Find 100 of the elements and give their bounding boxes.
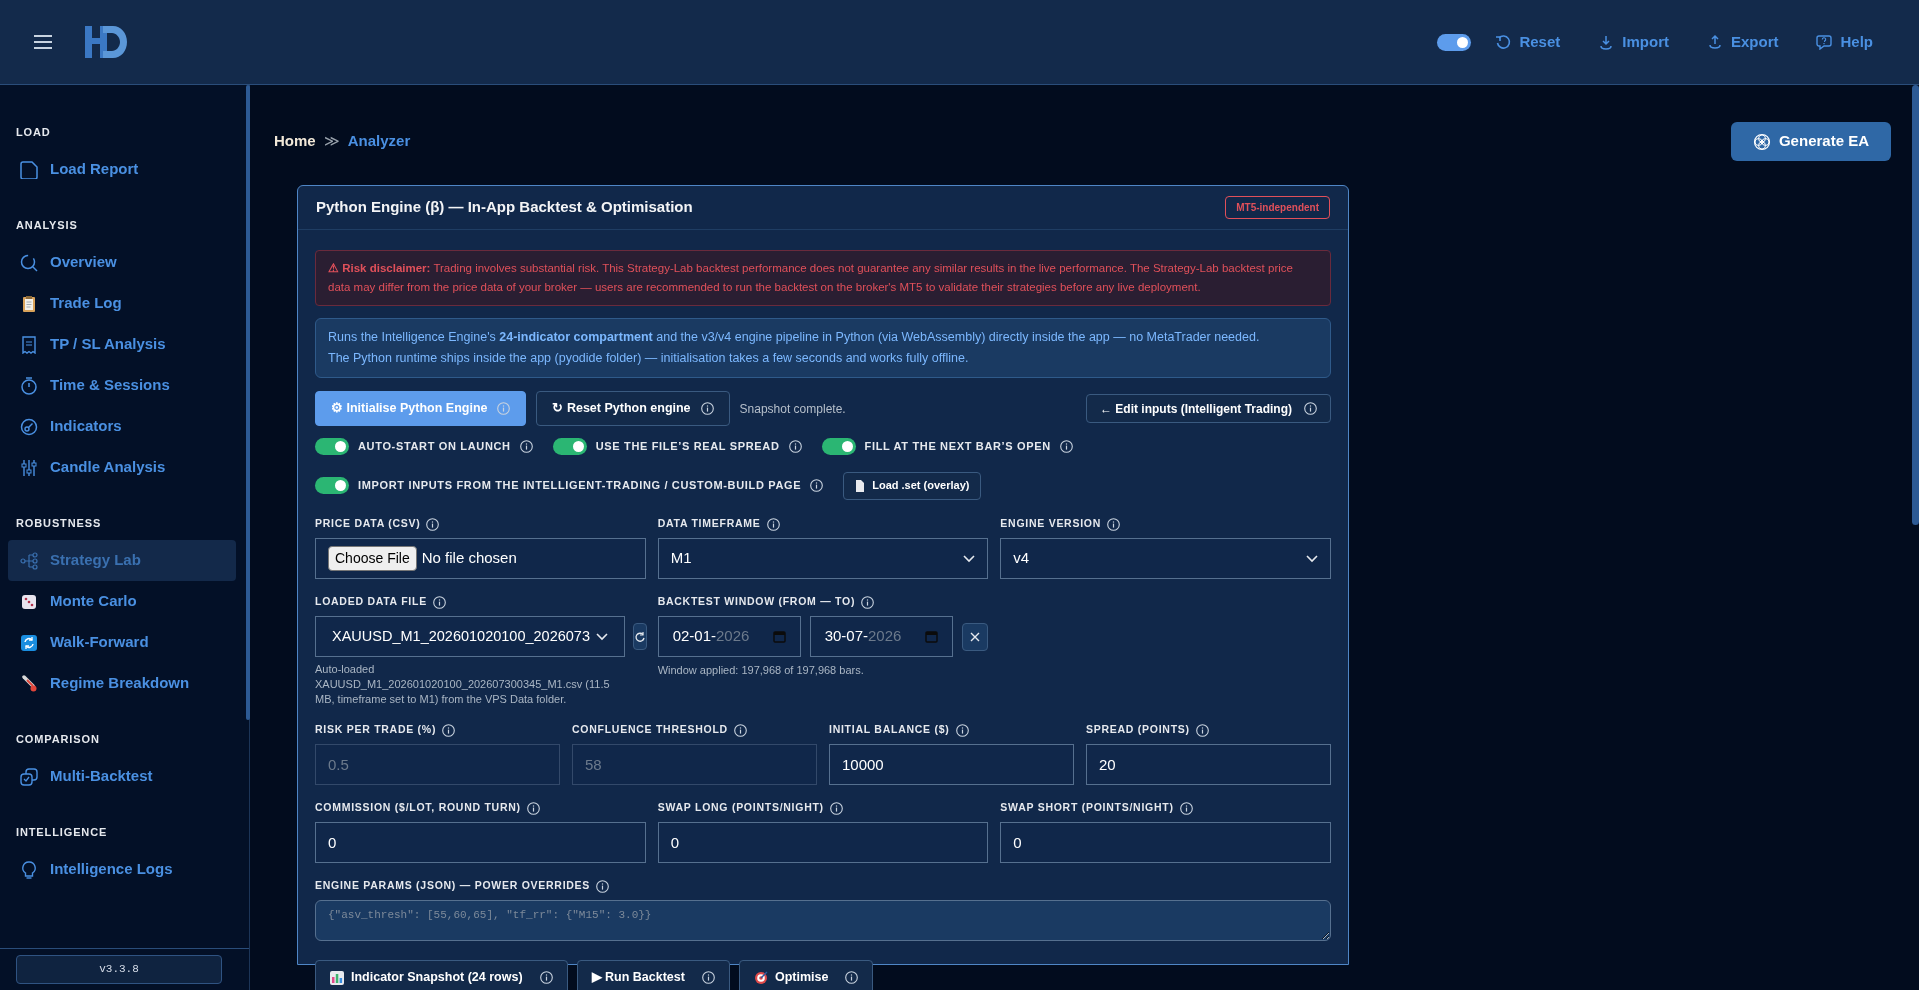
action-button[interactable]: Optimise [738,960,874,990]
reset-icon [1495,34,1512,50]
info-icon [1304,402,1317,415]
info-icon [788,439,802,453]
edit-inputs-button[interactable]: ← Edit inputs (Intelligent Trading) [1086,394,1331,423]
target-icon [753,970,768,985]
field-label: SWAP LONG (POINTS/NIGHT) [657,800,824,816]
action-button[interactable]: ▶ Run Backtest [576,960,730,990]
info-icon [861,595,875,609]
header-action-button[interactable]: Import [1598,30,1669,54]
sidebar-section-title: INTELLIGENCE [15,824,109,840]
toggle-label: IMPORT INPUTS FROM THE INTELLIGENT-TRADING / CUSTOM-BUILD PAGE [358,478,802,494]
info-icon [497,402,511,415]
toggle-switch[interactable] [552,437,587,455]
info-icon [426,517,440,531]
flowchart-icon [20,551,38,570]
field-label: RISK PER TRADE (%) [315,722,437,738]
field-label: SWAP SHORT (POINTS/NIGHT) [1000,800,1174,816]
generate-ea-button[interactable]: Generate EA [1730,122,1891,161]
toggle-label: FILL AT THE NEXT BAR’S OPEN [864,438,1051,454]
engine-button[interactable]: ↻ Reset Python engine [536,391,730,426]
info-icon [733,723,747,737]
info-icon [1195,723,1209,737]
help-icon [1816,34,1833,50]
sidebar-item[interactable]: Monte Carlo [8,581,236,622]
header-action-button[interactable]: Export [1706,30,1779,54]
info-icon [519,439,533,453]
menu-icon[interactable] [34,35,52,49]
document-icon [855,479,866,492]
sliders-icon [20,458,38,477]
sidebar-item[interactable]: Multi-Backtest [8,756,236,797]
sidebar-item[interactable]: TP / SL Analysis [8,324,236,365]
action-button[interactable]: Indicator Snapshot (24 rows) [315,960,568,990]
info-icon [810,479,824,492]
info-icon [526,801,540,815]
info-icon [700,402,714,415]
calendar-icon [772,630,786,643]
stopwatch-icon [20,376,38,395]
info-icon [766,517,780,531]
select-field[interactable]: v4 [1000,538,1331,579]
text-input[interactable]: 0 [1000,822,1331,863]
header-action-button[interactable]: Reset [1495,30,1561,54]
status-text: Snapshot complete. [739,400,846,418]
chevron-icon [596,632,608,641]
refresh-icon [634,630,646,643]
breadcrumb-link[interactable]: Analyzer [347,130,411,153]
date-field[interactable]: 30-07-2026 [809,616,953,657]
info-icon [829,801,843,815]
toggle-label: USE THE FILE’S REAL SPREAD [595,438,780,454]
chevron-icon [1306,554,1318,563]
status-badge: MT5-independent [1225,196,1330,219]
lightbulb-icon [20,860,38,879]
sidebar-item[interactable]: Indicators [8,406,236,447]
sidebar-item[interactable]: Walk-Forward [8,622,236,663]
breadcrumb-link[interactable]: Home [274,130,316,153]
info-text: The Python runtime ships inside the app (pyodide folder) — initialisation takes a few seconds and works fully offline. [328,350,970,367]
breadcrumb-separator: ≫ [323,131,340,152]
text-input[interactable]: 10000 [829,744,1074,785]
upload-icon [1706,34,1723,50]
json-input[interactable]: {"asv_thresh": [55,60,65], "tf_rr": {"M15": 3.0}} [315,900,1331,941]
field-label: LOADED DATA FILE [315,594,427,610]
toggle-switch[interactable] [821,437,856,455]
text-input[interactable]: 20 [1086,744,1331,785]
info-text: Runs the Intelligence Engine's 24-indicator compartment and the v3/v4 engine pipeline in Python (via WebAssembly) directly inside the app — no MetaTrader needed. [328,329,1261,346]
select-field[interactable]: XAUUSD_M1_202601020100_2026073 [315,616,625,657]
text-input[interactable]: 0 [315,822,646,863]
refresh-icon [20,633,38,652]
sidebar-section-title: ROBUSTNESS [15,515,103,531]
sidebar-item[interactable]: Regime Breakdown [8,663,236,704]
clear-button[interactable] [961,622,989,651]
sidebar-item[interactable]: Overview [8,242,236,283]
sidebar-item[interactable]: Candle Analysis [8,447,236,488]
sidebar-item[interactable]: Trade Log [8,283,236,324]
field-label: PRICE DATA (CSV) [315,516,421,532]
header-action-button[interactable]: Help [1816,30,1873,54]
toggle-label: AUTO-START ON LAUNCH [358,438,511,454]
overlapping-squares-icon [20,767,38,786]
calendar-icon [924,630,938,643]
info-icon [1059,439,1073,453]
toggle-switch[interactable] [315,477,349,494]
document-icon [20,160,38,179]
select-field[interactable]: M1 [657,538,989,579]
field-label: INITIAL BALANCE ($) [829,722,950,738]
sidebar-item[interactable]: Time & Sessions [8,365,236,406]
toggle-switch[interactable] [315,437,349,455]
version-label: v3.3.8 [16,955,222,984]
receipt-icon [20,335,38,354]
load-set-button[interactable]: Load .set (overlay) [843,471,982,500]
sidebar-item[interactable]: Load Report [8,149,236,190]
text-input[interactable]: 0 [657,822,989,863]
refresh-button[interactable] [633,623,647,650]
file-input[interactable]: Choose File No file chosen [315,538,646,579]
date-field[interactable]: 02-01-2026 [657,616,801,657]
risk-disclaimer: ⚠ Risk disclaimer: Trading involves substantial risk. This Strategy-Lab backtest performance does not guarantee any similar results in the live performance. The Strategy-Lab backtest price data may differ from the price data of your broker — users are recommended to run the backtest on the broker's MT5 to validate their strategies before any live deployment. [315,250,1331,306]
sidebar-item[interactable]: Intelligence Logs [8,849,236,890]
theme-toggle[interactable] [1437,33,1472,51]
thermometer-icon [20,674,38,693]
chevron-icon [963,554,976,563]
info-icon [1179,801,1193,815]
sidebar-section-title: COMPARISON [15,731,101,747]
